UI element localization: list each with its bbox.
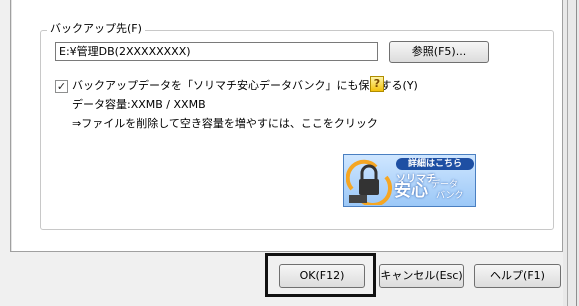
window-edge <box>563 0 579 306</box>
banner-sub1: データ <box>431 180 459 190</box>
details-badge: 詳細はこちら <box>396 158 474 170</box>
data-bank-banner[interactable]: 詳細はこちら ソリマチ 安心 データ バンク <box>343 154 476 207</box>
browse-button[interactable]: 参照(F5)... <box>389 41 489 63</box>
window-edge-line <box>576 0 577 306</box>
lock-refresh-icon <box>346 159 392 205</box>
ok-button[interactable]: OK(F12) <box>279 264 365 288</box>
panel-edge <box>11 0 12 251</box>
data-capacity-text: データ容量:XXMB / XXMB <box>72 98 206 111</box>
cancel-button[interactable]: キャンセル(Esc) <box>379 264 464 288</box>
backup-path-input[interactable]: E:¥管理DB(2XXXXXXXX) <box>55 42 378 61</box>
question-mark-icon[interactable]: ? <box>370 76 384 92</box>
also-save-checkbox[interactable]: ✓ <box>55 80 68 93</box>
banner-main: 安心 <box>394 181 428 201</box>
window-edge-line <box>567 0 568 306</box>
also-save-label[interactable]: バックアップデータを「ソリマチ安心データバンク」にも保存する(Y) <box>72 79 418 93</box>
free-space-link[interactable]: ⇒ファイルを削除して空き容量を増やすには、ここをクリック <box>72 117 378 131</box>
check-icon: ✓ <box>56 80 67 93</box>
banner-sub2: バンク <box>436 191 464 201</box>
backup-destination-label: バックアップ先(F) <box>47 22 145 36</box>
help-button[interactable]: ヘルプ(F1) <box>474 264 561 288</box>
